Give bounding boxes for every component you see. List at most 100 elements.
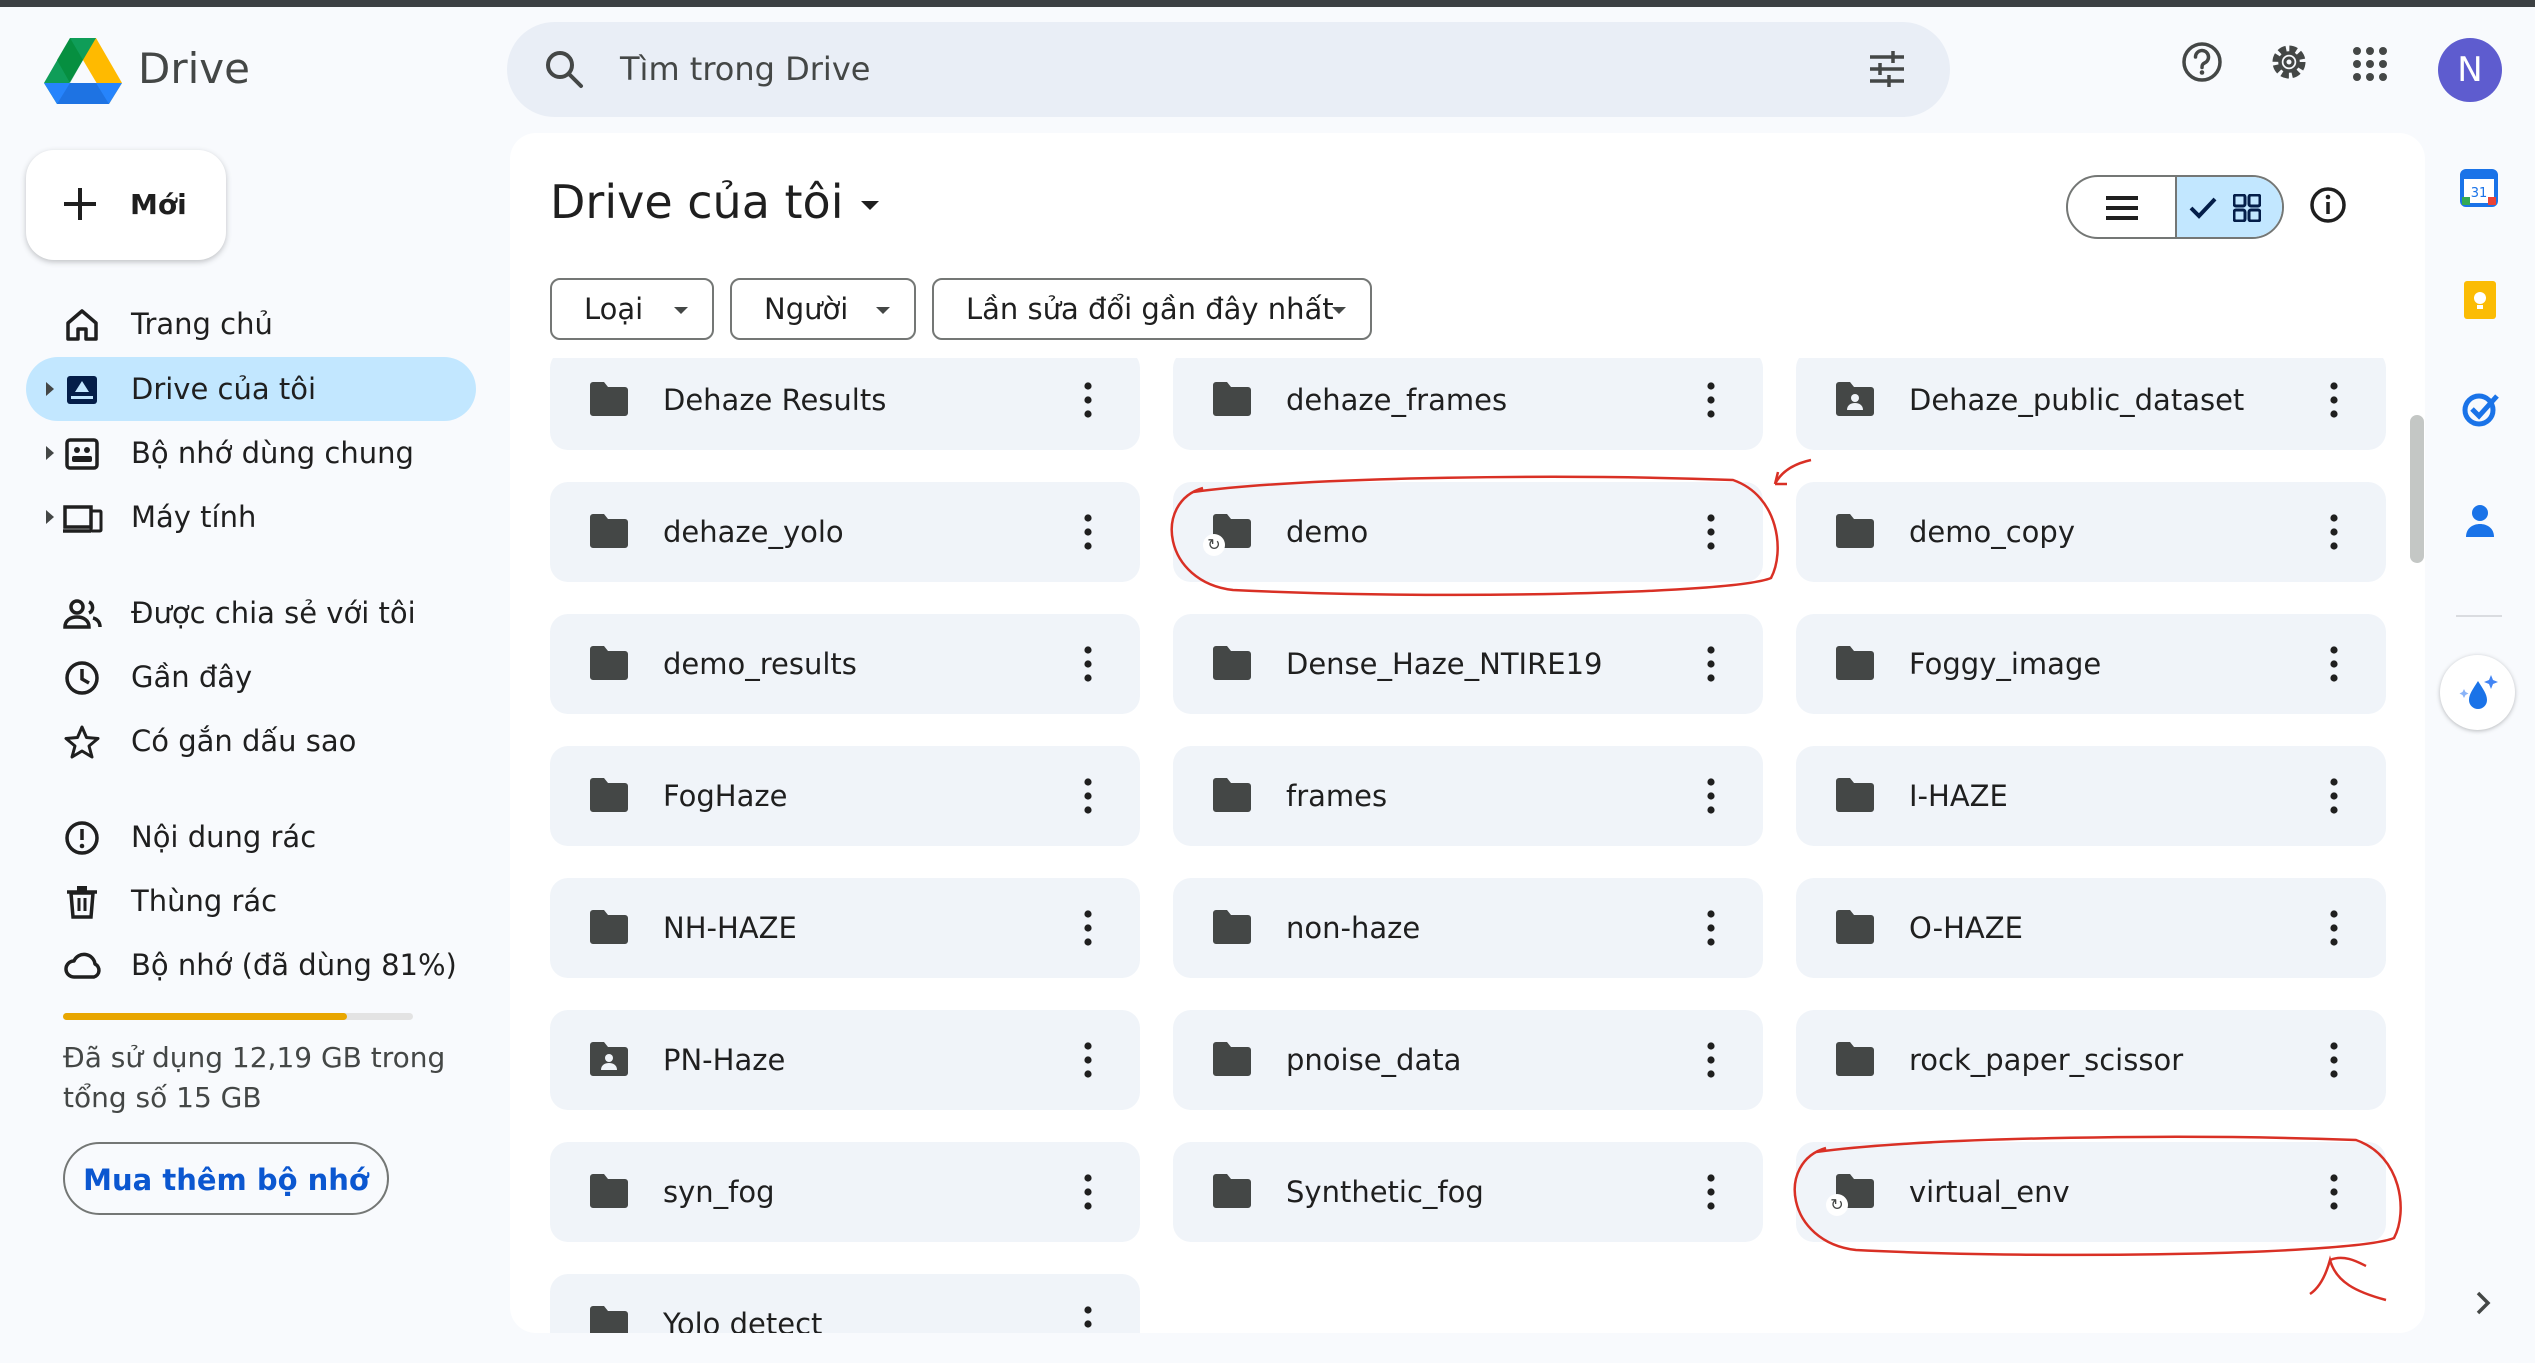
- tasks-icon[interactable]: [2462, 390, 2500, 432]
- nav-label: Gần đây: [131, 660, 253, 694]
- folder-card[interactable]: Yolo detect: [550, 1274, 1140, 1333]
- search-input[interactable]: Tìm trong Drive: [620, 50, 870, 88]
- nav-trash[interactable]: Thùng rác: [26, 869, 476, 933]
- chevron-down-icon: [1332, 307, 1346, 314]
- folder-card[interactable]: syn_fog: [550, 1142, 1140, 1242]
- folder-card[interactable]: NH-HAZE: [550, 878, 1140, 978]
- more-actions-icon[interactable]: [1083, 381, 1093, 423]
- more-actions-icon[interactable]: [2329, 1173, 2339, 1215]
- more-actions-icon[interactable]: [1083, 1173, 1093, 1215]
- filter-type-chip[interactable]: Loại: [550, 278, 714, 340]
- nav-storage[interactable]: Bộ nhớ (đã dùng 81%): [26, 933, 476, 997]
- more-actions-icon[interactable]: [1706, 1173, 1716, 1215]
- search-options-icon[interactable]: [1866, 48, 1908, 94]
- folder-card[interactable]: frames: [1173, 746, 1763, 846]
- more-actions-icon[interactable]: [1706, 909, 1716, 951]
- folder-card[interactable]: demo_copy: [1796, 482, 2386, 582]
- folder-icon: [588, 381, 630, 421]
- folder-name: O-HAZE: [1909, 911, 2023, 945]
- nav-shared-drives[interactable]: Bộ nhớ dùng chung: [26, 421, 476, 485]
- settings-icon[interactable]: [2267, 40, 2311, 88]
- check-icon: [2189, 197, 2217, 219]
- filter-modified-chip[interactable]: Lần sửa đổi gần đây nhất: [932, 278, 1372, 340]
- folder-icon: [1211, 645, 1253, 685]
- folder-card[interactable]: FogHaze: [550, 746, 1140, 846]
- more-actions-icon[interactable]: [1083, 1041, 1093, 1083]
- folder-card[interactable]: Foggy_image: [1796, 614, 2386, 714]
- folder-card[interactable]: I-HAZE: [1796, 746, 2386, 846]
- folder-card[interactable]: O-HAZE: [1796, 878, 2386, 978]
- view-toggle[interactable]: [2066, 175, 2284, 239]
- more-actions-icon[interactable]: [2329, 513, 2339, 555]
- more-actions-icon[interactable]: [1083, 645, 1093, 687]
- more-actions-icon[interactable]: [1083, 513, 1093, 555]
- contacts-icon[interactable]: [2464, 503, 2496, 543]
- folder-card[interactable]: Dehaze Results: [550, 358, 1140, 450]
- more-actions-icon[interactable]: [1706, 1041, 1716, 1083]
- calendar-icon[interactable]: 31: [2460, 169, 2498, 211]
- filter-people-chip[interactable]: Người: [730, 278, 916, 340]
- folder-card[interactable]: Dense_Haze_NTIRE19: [1173, 614, 1763, 714]
- folder-card[interactable]: pnoise_data: [1173, 1010, 1763, 1110]
- nav-label: Bộ nhớ dùng chung: [131, 436, 414, 470]
- page-title[interactable]: Drive của tôi: [550, 175, 880, 229]
- more-actions-icon[interactable]: [1706, 645, 1716, 687]
- chevron-down-icon: [861, 201, 880, 210]
- search-icon[interactable]: [543, 48, 585, 94]
- nav-spam[interactable]: Nội dung rác: [26, 805, 476, 869]
- info-icon[interactable]: [2308, 185, 2348, 229]
- shared-with-me-icon: [63, 595, 102, 633]
- search-bar[interactable]: Tìm trong Drive: [507, 22, 1950, 117]
- nav-label: Máy tính: [131, 500, 257, 534]
- expand-caret-icon[interactable]: [46, 510, 54, 524]
- folder-card[interactable]: Dehaze_public_dataset: [1796, 358, 2386, 450]
- more-actions-icon[interactable]: [2329, 777, 2339, 819]
- new-button[interactable]: Mới: [26, 150, 226, 260]
- gemini-icon[interactable]: [2440, 655, 2515, 730]
- nav-starred[interactable]: Có gắn dấu sao: [26, 709, 476, 773]
- more-actions-icon[interactable]: [1706, 513, 1716, 555]
- folder-card[interactable]: dehaze_yolo: [550, 482, 1140, 582]
- more-actions-icon[interactable]: [1706, 777, 1716, 819]
- scrollbar-thumb[interactable]: [2410, 415, 2424, 563]
- folder-card[interactable]: non-haze: [1173, 878, 1763, 978]
- nav-computers[interactable]: Máy tính: [26, 485, 476, 549]
- buy-storage-button[interactable]: Mua thêm bộ nhớ: [63, 1142, 389, 1215]
- keep-icon[interactable]: [2462, 280, 2498, 324]
- folder-name: Dense_Haze_NTIRE19: [1286, 647, 1603, 681]
- folder-card[interactable]: rock_paper_scissor: [1796, 1010, 2386, 1110]
- list-view-button[interactable]: [2068, 177, 2175, 237]
- app-name: Drive: [138, 44, 250, 93]
- grid-view-button[interactable]: [2175, 177, 2282, 237]
- folder-icon: [588, 1173, 630, 1213]
- more-actions-icon[interactable]: [1083, 777, 1093, 819]
- folder-card[interactable]: demo_results: [550, 614, 1140, 714]
- account-avatar[interactable]: N: [2438, 38, 2502, 102]
- nav-shared-with-me[interactable]: Được chia sẻ với tôi: [26, 581, 476, 645]
- folder-card[interactable]: dehaze_frames: [1173, 358, 1763, 450]
- folder-icon: [1834, 777, 1876, 817]
- more-actions-icon[interactable]: [1706, 381, 1716, 423]
- chevron-right-icon[interactable]: [2474, 1290, 2492, 1320]
- folder-card[interactable]: PN-Haze: [550, 1010, 1140, 1110]
- more-actions-icon[interactable]: [2329, 1041, 2339, 1083]
- apps-grid-icon[interactable]: [2352, 46, 2388, 86]
- nav-home[interactable]: Trang chủ: [26, 292, 476, 356]
- more-actions-icon[interactable]: [2329, 381, 2339, 423]
- main-content: Drive của tôi Loại Người Lần sửa đổi gần…: [510, 133, 2425, 1333]
- more-actions-icon[interactable]: [2329, 645, 2339, 687]
- nav-label: Nội dung rác: [131, 820, 317, 854]
- more-actions-icon[interactable]: [1083, 1305, 1093, 1333]
- expand-caret-icon[interactable]: [46, 382, 54, 396]
- more-actions-icon[interactable]: [1083, 909, 1093, 951]
- folder-card[interactable]: Synthetic_fog: [1173, 1142, 1763, 1242]
- folder-icon: [1211, 1173, 1253, 1213]
- nav-recent[interactable]: Gần đây: [26, 645, 476, 709]
- expand-caret-icon[interactable]: [46, 446, 54, 460]
- drive-logo-icon[interactable]: [44, 38, 122, 108]
- nav-my-drive[interactable]: Drive của tôi: [26, 357, 476, 421]
- folder-card[interactable]: ↻ demo: [1173, 482, 1763, 582]
- more-actions-icon[interactable]: [2329, 909, 2339, 951]
- help-icon[interactable]: [2180, 40, 2224, 88]
- folder-card[interactable]: ↻ virtual_env: [1796, 1142, 2386, 1242]
